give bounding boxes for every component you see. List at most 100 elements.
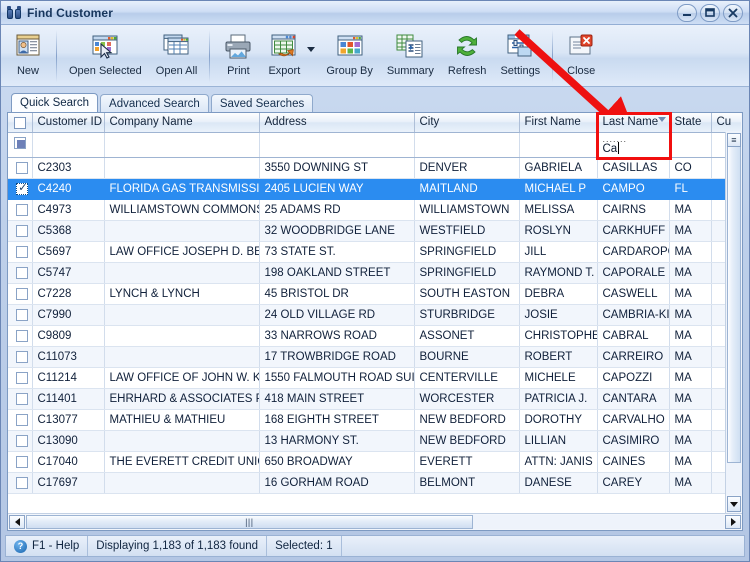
export-dropdown-chevron-down-icon[interactable] bbox=[307, 47, 316, 52]
tab-advanced-search[interactable]: Advanced Search bbox=[100, 94, 209, 112]
status-help[interactable]: ? F1 - Help bbox=[6, 536, 89, 556]
row-checkbox[interactable] bbox=[16, 203, 29, 216]
table-row[interactable]: C2303 3550 DOWNING ST DENVER GABRIELA CASILL… bbox=[8, 157, 725, 179]
column-header-last-name[interactable]: Last Name bbox=[597, 113, 670, 133]
table-row[interactable]: C5747 198 OAKLAND STREET SPRINGFIELD RAYMON… bbox=[8, 262, 725, 284]
column-header-first-name[interactable]: First Name bbox=[519, 113, 598, 133]
cell-state: MA bbox=[669, 367, 712, 389]
column-header-customer-id[interactable]: Customer ID bbox=[32, 113, 105, 133]
table-row[interactable]: C11214LAW OFFICE OF JOHN W. KENN1550 FAL… bbox=[8, 367, 725, 389]
row-checkbox-cell[interactable] bbox=[8, 262, 33, 284]
filter-funnel-icon[interactable] bbox=[657, 117, 666, 122]
row-checkbox[interactable] bbox=[16, 308, 29, 321]
row-checkbox[interactable] bbox=[16, 245, 29, 258]
column-header-city[interactable]: City bbox=[414, 113, 520, 133]
filter-address[interactable] bbox=[259, 132, 415, 158]
table-row[interactable]: C7990 24 OLD VILLAGE RD STURBRIDGE JOSIE CAM… bbox=[8, 304, 725, 326]
table-row[interactable]: C13077 MATHIEU & MATHIEU 168 EIGHTH STREET… bbox=[8, 409, 725, 431]
table-row[interactable]: C17697 16 GORHAM ROAD BELMONT DANESE CAREY MA bbox=[8, 472, 725, 494]
maximize-button[interactable] bbox=[700, 3, 720, 22]
toolbar-group-actions: Print Export Group By Summary Refresh Se… bbox=[215, 27, 547, 86]
row-checkbox[interactable]: ✓ bbox=[16, 182, 29, 195]
column-header-company-name[interactable]: Company Name bbox=[104, 113, 260, 133]
settings-button[interactable]: Settings bbox=[493, 27, 547, 86]
refresh-button[interactable]: Refresh bbox=[441, 27, 494, 86]
table-row[interactable]: C5697LAW OFFICE JOSEPH D. BERNA73 STATE … bbox=[8, 241, 725, 263]
column-header-address[interactable]: Address bbox=[259, 113, 415, 133]
filter-city[interactable] bbox=[414, 132, 520, 158]
filter-state[interactable] bbox=[669, 132, 712, 158]
row-checkbox-cell[interactable] bbox=[8, 346, 33, 368]
open-all-button[interactable]: Open All bbox=[149, 27, 205, 86]
row-checkbox-cell[interactable] bbox=[8, 409, 33, 431]
row-checkbox-cell[interactable] bbox=[8, 199, 33, 221]
customer-rows-table: C2303 3550 DOWNING ST DENVER GABRIELA CASILL… bbox=[8, 157, 725, 494]
table-row[interactable]: C11073 17 TROWBRIDGE ROAD BOURNE ROBERT CARR… bbox=[8, 346, 725, 368]
scroll-right-icon[interactable] bbox=[725, 515, 741, 529]
filter-first-name[interactable] bbox=[519, 132, 598, 158]
row-checkbox-cell[interactable]: ✓ bbox=[8, 178, 33, 200]
close-toolbar-button[interactable]: Close bbox=[558, 27, 604, 86]
row-checkbox-cell[interactable] bbox=[8, 220, 33, 242]
filter-row-selector[interactable] bbox=[8, 132, 33, 158]
open-selected-button[interactable]: Open Selected bbox=[62, 27, 149, 86]
hscroll-track[interactable]: ||| bbox=[26, 515, 724, 529]
row-checkbox[interactable] bbox=[16, 413, 29, 426]
scroll-down-icon[interactable] bbox=[726, 496, 741, 512]
row-checkbox-cell[interactable] bbox=[8, 304, 33, 326]
vscroll-track[interactable]: ≡ bbox=[725, 131, 742, 495]
vscroll-thumb[interactable] bbox=[726, 133, 741, 463]
print-button[interactable]: Print bbox=[215, 27, 261, 86]
row-checkbox[interactable] bbox=[16, 224, 29, 237]
vscroll-grip[interactable]: ≡ bbox=[726, 133, 741, 147]
cell-company-name bbox=[104, 220, 260, 242]
table-row[interactable]: C9809 33 NARROWS ROADASSONETCHRISTOPHEFCA… bbox=[8, 325, 725, 347]
table-row[interactable]: C13090 13 HARMONY ST. NEW BEDFORD LILLIAN CA… bbox=[8, 430, 725, 452]
table-row[interactable]: C17040 THE EVERETT CREDIT UNION 650 BROADW… bbox=[8, 451, 725, 473]
table-row[interactable]: ✓ C4240FLORIDA GAS TRANSMISSION2405 LUCIE… bbox=[8, 178, 725, 200]
row-checkbox[interactable] bbox=[16, 287, 29, 300]
filter-last-name-input[interactable]: ....... Ca bbox=[597, 132, 670, 158]
row-checkbox-cell[interactable] bbox=[8, 325, 33, 347]
row-checkbox-cell[interactable] bbox=[8, 430, 33, 452]
tab-saved-searches[interactable]: Saved Searches bbox=[210, 94, 314, 112]
hscroll-thumb[interactable]: ||| bbox=[26, 515, 473, 529]
column-header-state[interactable]: State bbox=[669, 113, 712, 133]
row-checkbox[interactable] bbox=[16, 350, 29, 363]
horizontal-scrollbar[interactable]: ||| bbox=[8, 513, 742, 530]
row-checkbox[interactable] bbox=[16, 434, 29, 447]
summary-button[interactable]: Summary bbox=[380, 27, 441, 86]
export-button[interactable]: Export bbox=[261, 27, 307, 86]
select-all-header[interactable] bbox=[8, 113, 33, 133]
row-checkbox-cell[interactable] bbox=[8, 157, 33, 179]
row-checkbox-cell[interactable] bbox=[8, 241, 33, 263]
row-checkbox[interactable] bbox=[16, 476, 29, 489]
row-checkbox[interactable] bbox=[16, 392, 29, 405]
minimize-button[interactable] bbox=[677, 3, 697, 22]
new-button[interactable]: New bbox=[5, 27, 51, 86]
scroll-left-icon[interactable] bbox=[9, 515, 25, 529]
table-row[interactable]: C5368 32 WOODBRIDGE LANE WESTFIELD ROSLYN CA… bbox=[8, 220, 725, 242]
row-checkbox[interactable] bbox=[16, 329, 29, 342]
tab-quick-search[interactable]: Quick Search bbox=[11, 93, 99, 112]
table-row[interactable]: C11401 EHRHARD & ASSOCIATES PC 418 MAIN ST… bbox=[8, 388, 725, 410]
row-checkbox-cell[interactable] bbox=[8, 367, 33, 389]
select-all-checkbox[interactable] bbox=[13, 117, 26, 130]
cell-last-name: CAINES bbox=[597, 451, 670, 473]
row-checkbox[interactable] bbox=[16, 371, 29, 384]
row-checkbox[interactable] bbox=[16, 161, 29, 174]
row-checkbox-cell[interactable] bbox=[8, 388, 33, 410]
row-checkbox-cell[interactable] bbox=[8, 451, 33, 473]
group-by-button[interactable]: Group By bbox=[319, 27, 379, 86]
table-row[interactable]: C4973WILLIAMSTOWN COMMONS NUI25 ADAMS RD… bbox=[8, 199, 725, 221]
row-checkbox-cell[interactable] bbox=[8, 283, 33, 305]
row-checkbox-cell[interactable] bbox=[8, 472, 33, 494]
table-row[interactable]: C7228 LYNCH & LYNCH 45 BRISTOL DR SOUTH EAS… bbox=[8, 283, 725, 305]
row-checkbox[interactable] bbox=[16, 266, 29, 279]
vertical-scrollbar[interactable]: ≡ bbox=[724, 113, 742, 513]
filter-customer-id[interactable] bbox=[32, 132, 105, 158]
column-header-cu[interactable]: Cu bbox=[711, 113, 742, 133]
row-checkbox[interactable] bbox=[16, 455, 29, 468]
filter-company-name[interactable] bbox=[104, 132, 260, 158]
close-button[interactable] bbox=[723, 3, 743, 22]
